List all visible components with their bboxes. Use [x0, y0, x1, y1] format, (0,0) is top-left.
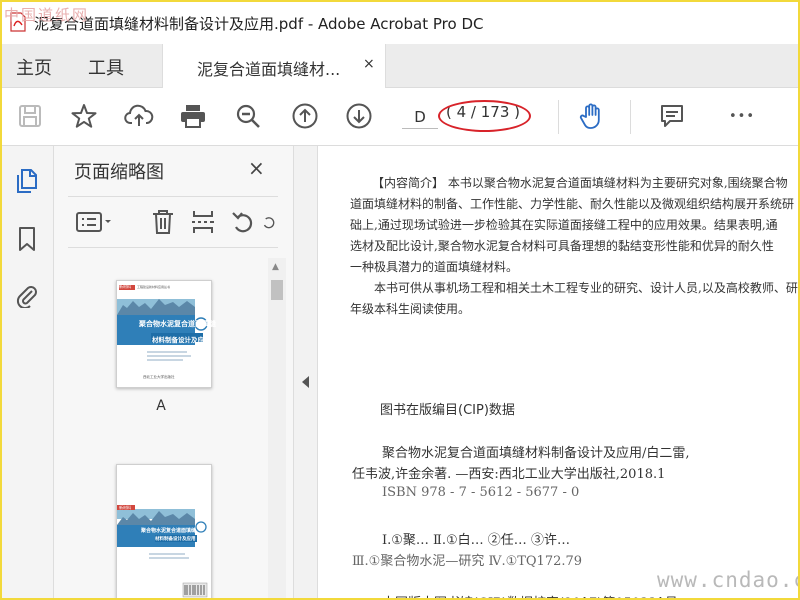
doc-line: 道面填缝材料的制备、工作性能、力学性能、耐久性能以及微观组织结构展开系统研: [350, 197, 795, 211]
more-tools-button[interactable]: •••: [726, 100, 758, 132]
cover-title-line1: 聚合物水泥复合道面填缝: [141, 528, 197, 534]
tab-document[interactable]: 泥复合道面填缝材... ×: [162, 44, 386, 88]
extract-page-button[interactable]: [188, 207, 218, 237]
cover-publisher: 西北工业大学出版社: [143, 375, 175, 379]
save-button[interactable]: [14, 100, 46, 132]
watermark-top-left: 中国道纸网: [4, 6, 90, 24]
zoom-out-button[interactable]: [232, 100, 264, 132]
title-bar: 泥复合道面填缝材料制备设计及应用.pdf - Adobe Acrobat Pro…: [2, 2, 798, 44]
panel-title: 页面缩略图: [74, 162, 164, 183]
main-toolbar: D ( 4 / 173 ) •••: [2, 88, 798, 146]
thumbnail-label: A: [156, 398, 166, 414]
scrollbar-thumb[interactable]: [271, 280, 283, 300]
cover-title-line2: 材料制备设计及应用: [155, 537, 196, 542]
cip-heading: 图书在版编目(CIP)数据: [380, 403, 515, 418]
panel-collapse-strip[interactable]: [294, 146, 318, 598]
cover-badge: 新材料: [119, 505, 131, 510]
print-icon: [181, 105, 205, 128]
toolbar-separator: [558, 100, 559, 134]
rotate-icon: [232, 212, 253, 233]
scroll-up-arrow-icon[interactable]: ▲: [272, 262, 279, 272]
doc-line: 本书可供从事机场工程和相关土木工程专业的研究、设计人员,以及高校教师、研: [374, 281, 798, 295]
bookmark-star-button[interactable]: [68, 100, 100, 132]
cip-line: 任韦波,许金余著. —西安:西北工业大学出版社,2018.1: [352, 467, 666, 482]
upload-button[interactable]: [123, 100, 155, 132]
tab-document-label: 泥复合道面填缝材...: [197, 60, 341, 79]
doc-line: 选材及配比设计,聚合物水泥复合材料可具备理想的黏结变形性能和优异的耐久性: [350, 239, 774, 253]
collapse-arrow-icon[interactable]: [302, 376, 309, 388]
hand-icon: [579, 103, 600, 129]
page-thumbnail[interactable]: 新材料 工程建设新材料应用丛书 聚合物水泥复合道面填缝 材料制备设计及应用 西北…: [116, 280, 216, 388]
cip-line: 聚合物水泥复合道面填缝材料制备设计及应用/白二雷,: [382, 446, 690, 461]
watermark-bottom-right: www.cndao.com: [657, 568, 798, 592]
cip-line: ISBN 978 - 7 - 5612 - 5677 - 0: [382, 485, 580, 500]
cover-badge: 新材料: [119, 284, 131, 289]
tab-home[interactable]: 主页: [16, 54, 52, 80]
thumbnail-scrollbar[interactable]: ▲: [268, 258, 286, 598]
cover-title-line1: 聚合物水泥复合道面填缝: [139, 320, 216, 328]
doc-line: 【内容简介】 本书以聚合物水泥复合道面填缝材料为主要研究对象,围绕聚合物: [372, 176, 788, 190]
doc-line: 年级本科生阅读使用。: [350, 302, 471, 316]
pages-icon: [17, 169, 37, 193]
toolbar-separator: [630, 100, 631, 134]
window-title: 泥复合道面填缝材料制备设计及应用.pdf - Adobe Acrobat Pro…: [34, 15, 484, 33]
upload-icon: [124, 104, 154, 126]
cip-line: Ⅲ.①聚合物水泥—研究 Ⅳ.①TQ172.79: [352, 554, 583, 569]
thumbnail-options-button[interactable]: [74, 207, 114, 237]
thumbnail-list: 新材料 工程建设新材料应用丛书 聚合物水泥复合道面填缝 材料制备设计及应用 西北…: [54, 258, 268, 598]
doc-line: 一种极具潜力的道面填缝材料。: [350, 260, 519, 274]
doc-line: 础上,通过现场试验进一步检验其在实际道面接缝工程中的应用效果。结果表明,通: [350, 218, 778, 232]
trash-icon: [153, 210, 173, 234]
bookmark-icon: [19, 227, 35, 251]
page-split-icon: [192, 211, 214, 233]
document-view: 【内容简介】 本书以聚合物水泥复合道面填缝材料为主要研究对象,围绕聚合物 道面填…: [318, 146, 798, 598]
next-page-button[interactable]: [343, 100, 375, 132]
save-icon: [19, 105, 41, 127]
page-count-annotation-oval: [438, 100, 531, 132]
panel-toolbar: [68, 196, 278, 248]
panel-close-button[interactable]: ×: [248, 156, 265, 180]
page-up-icon: [292, 103, 318, 129]
tab-tools[interactable]: 工具: [88, 54, 124, 80]
cip-line: Ⅰ.①聚… Ⅱ.①白… ②任… ③许…: [382, 533, 570, 548]
previous-page-button[interactable]: [289, 100, 321, 132]
delete-page-button[interactable]: [148, 207, 178, 237]
hand-tool-button[interactable]: [576, 100, 608, 132]
page-down-icon: [346, 103, 372, 129]
page-number-input[interactable]: D: [402, 105, 438, 129]
acrobat-window: 泥复合道面填缝材料制备设计及应用.pdf - Adobe Acrobat Pro…: [0, 0, 800, 600]
rotate-page-button[interactable]: [228, 207, 258, 237]
navigation-rail: [2, 146, 54, 598]
star-icon: [71, 104, 97, 128]
more-icon: •••: [728, 108, 755, 124]
thumbnails-panel: 页面缩略图 × 新材料 工程建设新材料应用丛书 聚合物水泥复合道面填缝 材料制备…: [54, 146, 294, 598]
page-thumbnail[interactable]: 新材料 聚合物水泥复合道面填缝 材料制备设计及应用: [116, 464, 212, 598]
comment-icon: [661, 105, 683, 127]
rotate-right-icon: [263, 217, 275, 229]
comment-button[interactable]: [656, 100, 688, 132]
print-button[interactable]: [177, 100, 209, 132]
cover-title-line2: 材料制备设计及应用: [152, 336, 211, 344]
cover-series: 工程建设新材料应用丛书: [137, 285, 171, 289]
cip-line: 中国版本图书馆(CIP)数据核字(2017)第050331号: [382, 592, 678, 598]
attachment-icon: [16, 286, 37, 308]
tab-bar: 主页 工具 泥复合道面填缝材... ×: [2, 44, 798, 88]
zoom-out-icon: [236, 104, 260, 128]
attachments-button[interactable]: [14, 282, 40, 308]
options-menu-icon: [76, 212, 111, 232]
tab-close-button[interactable]: ×: [363, 56, 375, 72]
page-thumbnails-button[interactable]: [14, 168, 40, 194]
redo-rotate-button[interactable]: [262, 207, 278, 237]
bookmarks-button[interactable]: [14, 226, 40, 252]
